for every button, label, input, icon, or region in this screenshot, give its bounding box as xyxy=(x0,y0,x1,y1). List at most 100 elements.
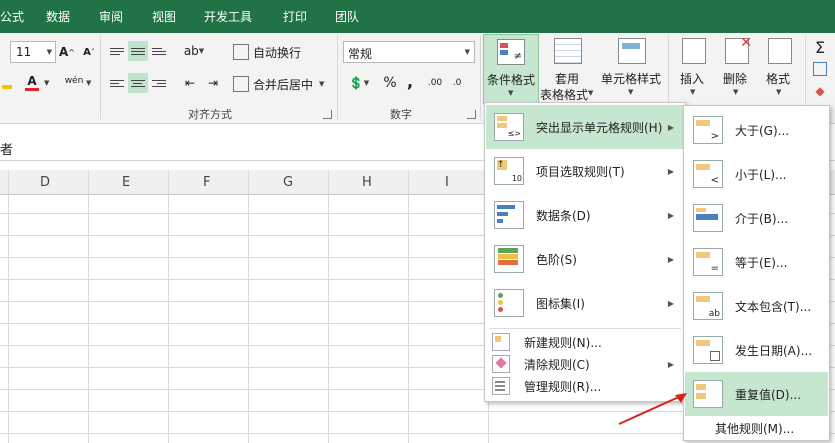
submenu-item-less-than[interactable]: < 小于(L)... xyxy=(685,152,828,196)
equal-to-icon: = xyxy=(693,248,723,276)
submenu-item-label: 小于(L)... xyxy=(735,167,787,182)
greater-than-icon: > xyxy=(693,116,723,144)
insert-label: 插入 xyxy=(680,72,705,86)
chevron-down-icon: ▼ xyxy=(776,88,782,96)
align-middle-button[interactable] xyxy=(128,41,148,61)
menu-item-label: 色阶(S) xyxy=(536,252,577,267)
submenu-item-label: 重复值(D)... xyxy=(735,387,802,402)
alignment-group-label: 对齐方式 xyxy=(188,108,232,121)
submenu-arrow-icon: ▶ xyxy=(667,254,674,264)
submenu-arrow-icon: ▶ xyxy=(667,359,674,369)
wrap-text-button[interactable]: 自动换行 xyxy=(233,42,323,62)
column-header[interactable]: I xyxy=(445,175,449,190)
align-bottom-button[interactable] xyxy=(149,41,169,61)
align-right-button[interactable] xyxy=(149,73,169,93)
column-header[interactable]: D xyxy=(40,175,50,190)
increase-indent-icon[interactable]: ⇥ xyxy=(203,73,223,93)
menu-item-highlight-rules[interactable]: ≤> 突出显示单元格规则(H) ▶ xyxy=(486,105,684,149)
number-format-select[interactable]: 常规 ▼ xyxy=(343,41,475,63)
submenu-item-duplicate-values[interactable]: 重复值(D)... xyxy=(685,372,828,416)
align-top-button[interactable] xyxy=(107,41,127,61)
delete-button[interactable]: ✕ 删除 ▼ xyxy=(717,34,757,102)
font-size-box[interactable]: 11 ▼ xyxy=(10,41,56,63)
submenu-arrow-icon: ▶ xyxy=(667,298,674,308)
dialog-launcher-icon[interactable] xyxy=(467,110,476,119)
menu-item-label: 管理规则(R)... xyxy=(524,379,602,394)
tab-print[interactable]: 打印 xyxy=(283,8,307,25)
column-header[interactable]: F xyxy=(203,175,210,190)
cell-styles-button[interactable]: 单元格样式 ▼ xyxy=(598,34,666,102)
fill-icon[interactable] xyxy=(810,59,830,79)
submenu-item-between[interactable]: 介于(B)... xyxy=(685,196,828,240)
tab-developer[interactable]: 开发工具 xyxy=(204,8,252,25)
increase-font-button[interactable]: A ^ xyxy=(57,42,77,62)
cell-styles-icon xyxy=(618,38,646,64)
color-scales-icon xyxy=(494,245,524,273)
conditional-format-label: 条件格式 xyxy=(487,73,536,87)
menu-item-label: 清除规则(C) xyxy=(524,357,590,372)
autosum-icon[interactable]: Σ xyxy=(810,37,830,57)
decrease-indent-icon[interactable]: ⇤ xyxy=(180,73,200,93)
submenu-item-label: 发生日期(A)... xyxy=(735,343,813,358)
insert-button[interactable]: 插入 ▼ xyxy=(674,34,714,102)
chevron-down-icon: ▼ xyxy=(628,88,634,96)
column-header[interactable]: H xyxy=(362,175,372,190)
submenu-item-label: 介于(B)... xyxy=(735,211,789,226)
format-as-table-button[interactable]: 套用 表格格式 ▼ xyxy=(538,34,596,102)
conditional-format-button[interactable]: ≠ 条件格式 ▼ xyxy=(483,34,539,104)
submenu-arrow-icon: ▶ xyxy=(667,210,674,220)
submenu-item-text-contains[interactable]: ab 文本包含(T)... xyxy=(685,284,828,328)
chevron-down-icon: ▼ xyxy=(464,48,470,56)
column-header[interactable]: E xyxy=(122,175,130,190)
chevron-down-icon[interactable]: ▼ xyxy=(86,79,91,87)
menu-item-top-bottom-rules[interactable]: ↑ 10 项目选取规则(T) ▶ xyxy=(486,149,684,193)
tab-data[interactable]: 数据 xyxy=(46,8,70,25)
phonetic-button[interactable]: wén xyxy=(63,71,85,91)
menu-item-icon-sets[interactable]: 图标集(I) ▶ xyxy=(486,281,684,325)
tab-formulas[interactable]: 公式 xyxy=(0,8,24,25)
currency-button[interactable]: 💲 ▼ xyxy=(345,73,373,93)
tab-team[interactable]: 团队 xyxy=(335,8,359,25)
chevron-down-icon: ▼ xyxy=(588,89,594,97)
wrap-text-icon xyxy=(233,44,249,60)
font-color-button[interactable]: A xyxy=(22,71,42,91)
menu-item-color-scales[interactable]: 色阶(S) ▶ xyxy=(486,237,684,281)
fill-color-button[interactable] xyxy=(0,72,14,92)
merge-cells-icon xyxy=(233,76,249,92)
comma-button[interactable]: , xyxy=(400,71,420,91)
tab-view[interactable]: 视图 xyxy=(152,8,176,25)
menu-item-new-rule[interactable]: 新建规则(N)... xyxy=(486,331,684,353)
annotation-arrow-icon xyxy=(618,393,687,425)
dialog-launcher-icon[interactable] xyxy=(323,110,332,119)
menu-item-label: 项目选取规则(T) xyxy=(536,164,625,179)
formula-content: 者 xyxy=(0,143,14,158)
percent-button[interactable]: % xyxy=(380,73,400,93)
submenu-item-greater-than[interactable]: > 大于(G)... xyxy=(685,108,828,152)
submenu-item-more-rules[interactable]: 其他规则(M)... xyxy=(685,418,828,438)
table-format-icon xyxy=(554,38,582,64)
chevron-down-icon: ▼ xyxy=(508,89,514,97)
menu-item-label: 新建规则(N)... xyxy=(524,335,602,350)
increase-decimal-icon[interactable]: .00 xyxy=(425,73,445,93)
align-left-button[interactable] xyxy=(107,73,127,93)
format-button[interactable]: 格式 ▼ xyxy=(760,34,800,102)
submenu-item-equal-to[interactable]: = 等于(E)... xyxy=(685,240,828,284)
orientation-button[interactable]: ab ▼ xyxy=(180,41,208,61)
clear-icon[interactable]: ◆ xyxy=(810,81,830,101)
font-size-value: 11 xyxy=(16,45,32,59)
conditional-format-menu: ≤> 突出显示单元格规则(H) ▶ ↑ 10 项目选取规则(T) ▶ 数据条(D… xyxy=(484,102,686,402)
column-header[interactable]: G xyxy=(283,175,293,190)
submenu-item-date-occurring[interactable]: 发生日期(A)... xyxy=(685,328,828,372)
tab-review[interactable]: 审阅 xyxy=(99,8,123,25)
decrease-font-button[interactable]: Aˇ xyxy=(79,42,99,62)
menu-item-clear-rules[interactable]: 清除规则(C) ▶ xyxy=(486,353,684,375)
calendar-icon xyxy=(693,336,723,364)
align-center-button[interactable] xyxy=(128,73,148,93)
chevron-down-icon[interactable]: ▼ xyxy=(44,79,49,87)
format-cells-icon xyxy=(768,38,792,64)
submenu-item-label: 其他规则(M)... xyxy=(715,421,795,436)
decrease-decimal-icon[interactable]: .0 xyxy=(447,73,467,93)
group-separator xyxy=(100,35,101,119)
menu-item-data-bars[interactable]: 数据条(D) ▶ xyxy=(486,193,684,237)
merge-center-button[interactable]: 合并后居中 ▼ xyxy=(233,74,338,94)
